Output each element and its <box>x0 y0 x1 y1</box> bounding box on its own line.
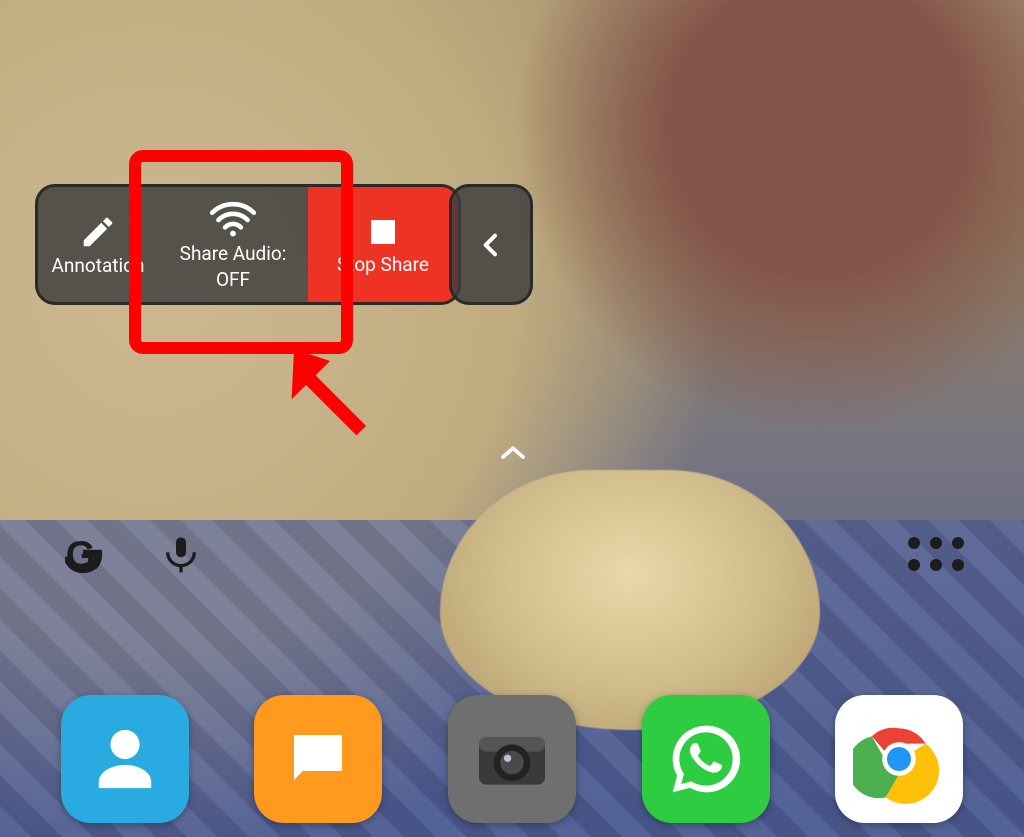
all-apps-button[interactable] <box>908 537 964 571</box>
dock-app-chrome[interactable] <box>835 695 963 823</box>
whatsapp-icon <box>666 719 746 799</box>
stop-share-label: Stop Share <box>337 254 429 276</box>
google-icon[interactable]: G <box>60 531 106 577</box>
annotation-button[interactable]: Annotation <box>38 187 158 302</box>
share-audio-label-line1: Share Audio: <box>180 243 287 265</box>
dock <box>0 695 1024 823</box>
dock-app-camera[interactable] <box>448 695 576 823</box>
dock-app-contacts[interactable] <box>61 695 189 823</box>
annotation-label: Annotation <box>52 255 145 277</box>
message-icon <box>282 723 354 795</box>
pencil-icon <box>79 213 117 251</box>
dock-app-whatsapp[interactable] <box>642 695 770 823</box>
screenshare-toolbar: Annotation Share Audio: OFF Stop Share <box>35 184 461 305</box>
collapse-toolbar-button[interactable] <box>449 184 533 305</box>
chrome-icon <box>853 713 945 805</box>
person-icon <box>90 724 160 794</box>
mic-icon[interactable] <box>161 530 201 578</box>
apps-dot-icon <box>930 537 942 549</box>
wifi-icon <box>208 199 258 239</box>
apps-dot-icon <box>908 537 920 549</box>
svg-text:G: G <box>66 533 96 576</box>
apps-dot-icon <box>952 537 964 549</box>
search-row: G <box>0 530 1024 578</box>
share-audio-button[interactable]: Share Audio: OFF <box>158 187 308 302</box>
chevron-left-icon <box>475 221 507 269</box>
apps-dot-icon <box>908 559 920 571</box>
dock-app-messages[interactable] <box>254 695 382 823</box>
apps-dot-icon <box>930 559 942 571</box>
apps-dot-icon <box>952 559 964 571</box>
app-drawer-handle[interactable] <box>498 442 528 462</box>
camera-icon <box>468 715 556 803</box>
share-audio-label-line2: OFF <box>216 269 250 291</box>
stop-icon <box>365 214 401 250</box>
wallpaper-paw <box>440 470 820 730</box>
stop-share-button[interactable]: Stop Share <box>308 187 458 302</box>
